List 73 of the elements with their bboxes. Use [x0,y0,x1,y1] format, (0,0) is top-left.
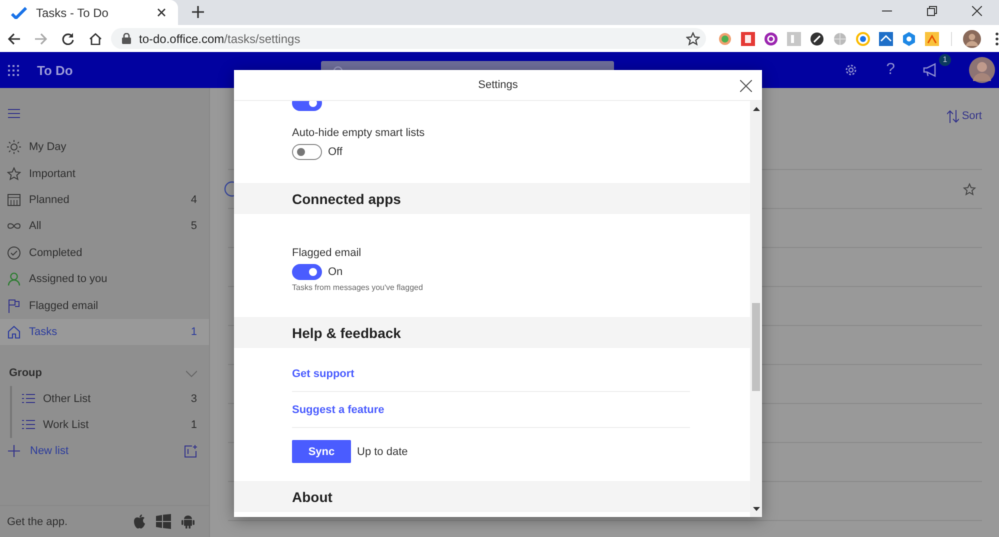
toggle-state: On [328,266,343,278]
scroll-down-icon[interactable] [752,507,760,511]
restore-icon[interactable] [927,6,937,16]
star-icon[interactable] [963,182,976,196]
close-icon[interactable] [972,6,982,16]
menu-icon[interactable] [995,32,999,46]
star-icon [7,166,21,181]
reload-icon[interactable] [62,32,74,44]
setting-label: Flagged email [292,246,362,261]
new-group-icon[interactable] [184,444,197,458]
close-icon[interactable] [157,8,166,17]
nav-item[interactable]: My Day [0,134,209,160]
nav-item[interactable]: All 5 [0,213,209,240]
app-launcher-icon[interactable] [8,64,19,76]
list-icon [22,394,35,404]
list-item[interactable]: Other List 3 [12,386,209,412]
setting-label: Auto-hide empty smart lists [292,126,426,141]
settings-icon[interactable] [844,63,858,77]
toggle-switch[interactable] [292,264,322,280]
get-app-text: Get the app. [7,516,68,528]
check-circle-icon [7,246,21,260]
nav-item[interactable]: Tasks 1 [0,318,209,346]
section-heading: About [292,488,332,504]
dialog-title: Settings [478,79,518,91]
close-icon[interactable] [740,80,752,92]
avatar[interactable] [969,57,995,83]
link[interactable]: Suggest a feature [292,404,384,416]
nav-item[interactable]: Important [0,160,209,187]
section-heading: Connected apps [292,190,401,206]
section-heading: Help & feedback [292,324,401,340]
android-icon[interactable] [181,514,195,529]
plus-icon[interactable] [8,445,20,458]
hint-text: Tasks from messages you've flagged [292,282,424,294]
star-icon[interactable] [686,32,700,46]
forward-icon [35,32,47,44]
nav-item[interactable]: Planned 4 [0,186,209,214]
nav-item[interactable]: Assigned to you [0,266,209,292]
windows-icon[interactable] [156,514,171,529]
check-icon [11,6,27,18]
home-icon[interactable] [89,32,102,44]
lock-icon [122,33,131,44]
apple-icon[interactable] [133,514,146,529]
house-icon [7,324,21,339]
sun-icon [7,140,21,154]
avatar[interactable] [963,30,981,48]
help-button[interactable]: ? [886,61,895,79]
nav-item[interactable]: Flagged email [0,292,209,319]
nav-item[interactable]: Completed [0,240,209,266]
back-icon[interactable] [8,32,20,44]
extension-icon[interactable] [764,32,778,46]
list-item[interactable]: Work List 1 [12,412,209,438]
flag-icon [7,298,21,313]
sort-icon [946,110,959,122]
link[interactable]: Get support [292,368,354,380]
toggle-switch[interactable] [292,144,322,160]
sort-button[interactable]: Sort [946,110,982,122]
app-title: To Do [37,62,74,78]
address-field[interactable]: to-do.office.com/tasks/settings [111,28,706,49]
extension-icon[interactable] [810,32,824,46]
group-label: Group [9,367,42,380]
new-list-link[interactable]: New list [30,445,69,458]
notification-badge: 1 [939,54,951,66]
sync-button[interactable]: Sync [292,440,351,463]
scroll-up-icon[interactable] [752,107,760,111]
list-icon [22,420,35,430]
new-tab-icon[interactable] [192,6,204,18]
scrollbar-thumb[interactable] [752,303,760,391]
browser-tab[interactable]: Tasks - To Do [0,0,178,25]
scrollbar[interactable] [750,101,762,517]
toggle-state: Off [328,146,342,158]
person-icon [7,272,21,286]
calendar-icon [7,192,21,207]
sync-status: Up to date [357,446,408,458]
